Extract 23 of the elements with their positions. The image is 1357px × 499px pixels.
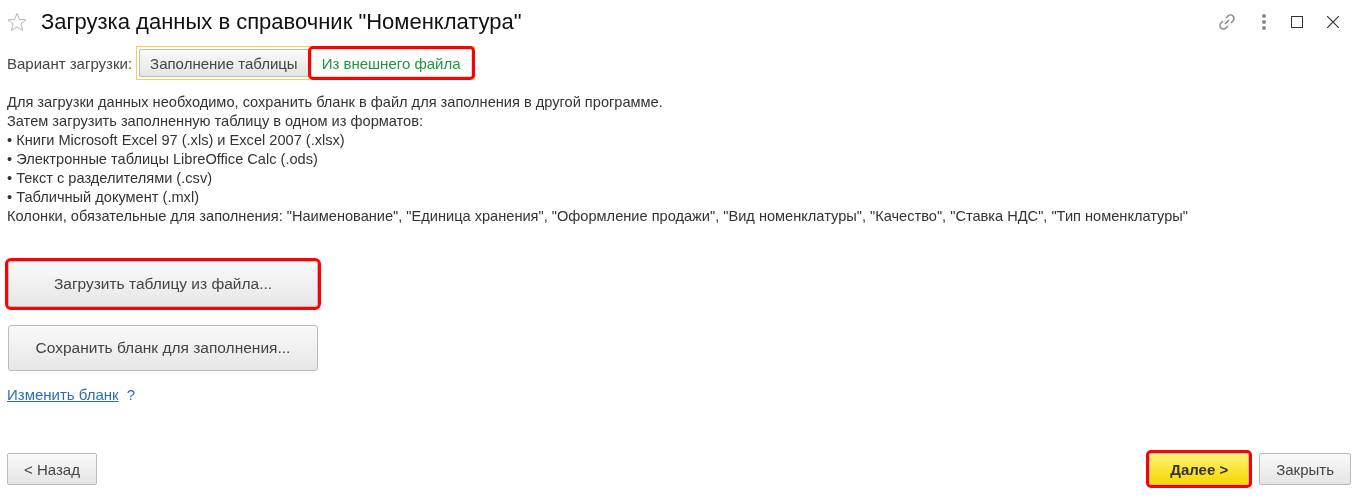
mode-option[interactable]: Заполнение таблицы: [139, 49, 309, 77]
close-icon[interactable]: [1327, 16, 1339, 28]
instruction-text: • Электронные таблицы LibreOffice Calc (.ods): [7, 150, 319, 169]
action-button[interactable]: Сохранить бланк для заполнения...: [8, 325, 318, 371]
instruction-text: • Текст с разделителями (.csv): [7, 169, 214, 188]
maximize-icon[interactable]: [1291, 16, 1303, 28]
mode-label: Вариант загрузки:: [7, 54, 133, 72]
close-button[interactable]: Закрыть: [1259, 453, 1351, 485]
window-title: Загрузка данных в справочник "Номенклатура": [41, 9, 523, 35]
instruction-text: Для загрузки данных необходимо, сохранить бланк в файл для заполнения в другой программе.: [7, 93, 664, 112]
help-link[interactable]: ?: [126, 386, 136, 403]
change-form-link[interactable]: Изменить бланк: [7, 386, 119, 403]
star-icon[interactable]: [7, 12, 27, 32]
instruction-text: Затем загрузить заполненную таблицу в одном из форматов:: [7, 112, 425, 131]
instruction-text: • Книги Microsoft Excel 97 (.xls) и Excel 2007 (.xlsx): [7, 131, 346, 150]
link-icon[interactable]: [1217, 12, 1237, 32]
next-button[interactable]: Далее >: [1149, 453, 1250, 485]
more-icon[interactable]: [1261, 13, 1267, 31]
back-button[interactable]: < Назад: [7, 453, 97, 485]
mode-option[interactable]: Из внешнего файла: [310, 49, 472, 77]
action-button[interactable]: Загрузить таблицу из файла...: [8, 261, 318, 307]
instruction-text: Колонки, обязательные для заполнения: "Наименование", "Единица хранения", "Оформление продажи", "Вид номенклатуры", "Качество", "Ставка НДС", "Тип номенклатуры": [7, 207, 1190, 226]
instruction-text: • Табличный документ (.mxl): [7, 188, 200, 207]
